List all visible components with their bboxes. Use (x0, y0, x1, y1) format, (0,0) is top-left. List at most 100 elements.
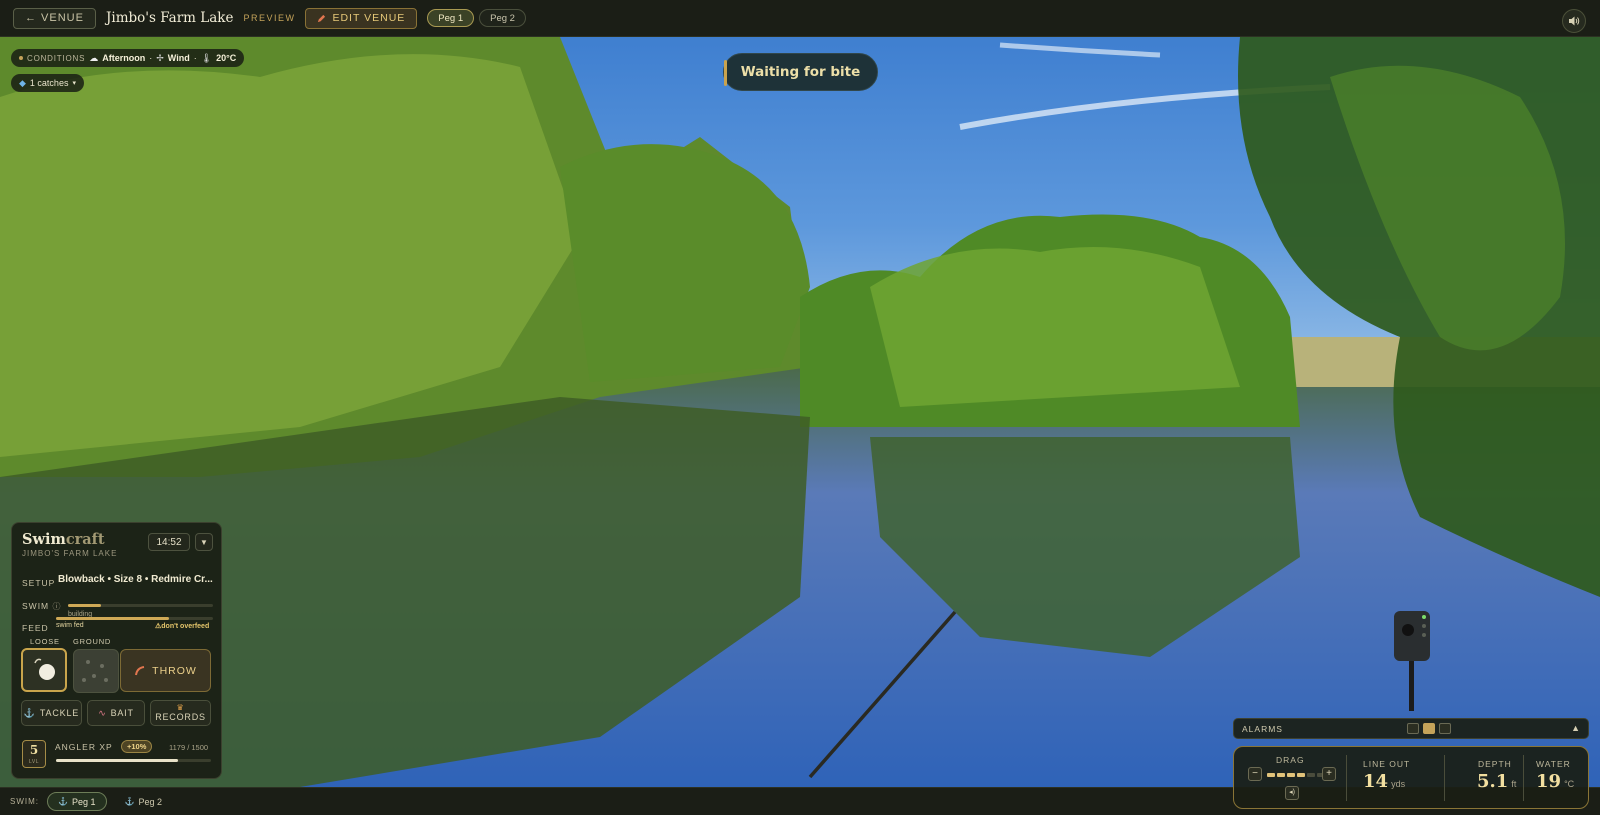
top-peg-1-tab[interactable]: Peg 1 (427, 9, 475, 27)
conditions-label: CONDITIONS (27, 53, 86, 63)
worm-icon: ∿ (98, 707, 107, 718)
feed-warning: ⚠don't overfeed (155, 622, 209, 630)
depth-label: DEPTH (1478, 759, 1512, 769)
angler-xp-label: ANGLER XP (55, 742, 113, 752)
edit-venue-label: EDIT VENUE (332, 12, 406, 24)
drag-decrease-button[interactable]: − (1248, 767, 1262, 781)
edit-venue-button[interactable]: EDIT VENUE (305, 7, 418, 29)
xp-bonus-badge: +10% (121, 740, 153, 753)
alarms-expand-icon[interactable]: ▲ (1571, 723, 1580, 733)
line-out-unit: yds (1391, 779, 1406, 789)
hud-divider-2 (1444, 755, 1445, 801)
alarm-mode-left-icon[interactable] (1407, 723, 1419, 734)
hook-icon: ⚓ (124, 797, 135, 806)
bottom-peg-2-label: Peg 2 (138, 796, 162, 807)
xp-value: 1179 / 1500 (169, 743, 209, 752)
swim-label: SWIM (22, 601, 50, 611)
alarm-mode-center-icon[interactable] (1423, 723, 1435, 734)
xp-progress-fill (56, 759, 178, 762)
conditions-temp: 20°C (216, 53, 237, 63)
info-icon[interactable]: ⓘ (53, 602, 62, 611)
bottom-peg-2-tab[interactable]: ⚓ Peg 2 (115, 792, 173, 811)
drag-segment (1287, 773, 1295, 777)
boilie-icon (34, 658, 55, 680)
water-value: 19 (1536, 771, 1562, 792)
drag-label: DRAG (1276, 755, 1305, 765)
level-badge: 5 LVL (22, 740, 46, 768)
feed-progress-fill (56, 617, 170, 620)
tackle-label: TACKLE (39, 708, 80, 718)
drag-increase-button[interactable]: + (1322, 767, 1336, 781)
records-button[interactable]: ♛ RECORDS (150, 700, 211, 726)
feed-progress-bar (56, 617, 213, 620)
swim-progress-bar (68, 604, 213, 607)
groundbait-tile[interactable] (73, 649, 119, 693)
swim-label-row: SWIM ⓘ (22, 601, 62, 612)
groundbait-icon (82, 660, 108, 682)
setup-label: SETUP (22, 578, 56, 588)
drag-segment (1277, 773, 1285, 777)
loose-feed-tile[interactable] (21, 648, 67, 692)
drag-segment (1297, 773, 1305, 777)
alarm-mode-right-icon[interactable] (1439, 723, 1451, 734)
lake-illustration (0, 37, 1600, 787)
feed-label: FEED (22, 623, 49, 633)
throw-icon (135, 665, 145, 675)
tackle-button[interactable]: ⚓ TACKLE (21, 700, 82, 726)
top-peg-1-label: Peg 1 (438, 12, 464, 24)
throw-label: THROW (152, 664, 197, 677)
panel-collapse-button[interactable]: ▼ (195, 533, 213, 551)
line-out-value: 14 (1363, 771, 1389, 792)
status-text: Waiting for bite (740, 64, 861, 80)
bait-button[interactable]: ∿ BAIT (87, 700, 145, 726)
swimcraft-panel: Swimcraft JIMBO'S FARM LAKE 14:52 ▼ SETU… (11, 522, 222, 779)
bottom-peg-1-label: Peg 1 (71, 796, 96, 807)
sound-toggle-button[interactable] (1562, 9, 1586, 33)
depth-unit: ft (1511, 779, 1517, 789)
conditions-chip[interactable]: CONDITIONS ☁ Afternoon · ✢ Wind · 🌡 20°C (11, 49, 245, 67)
catches-chip[interactable]: ◆ 1 catches ▾ (11, 74, 84, 92)
speaker-icon (1569, 16, 1580, 26)
water-readout: 19 °C (1536, 771, 1574, 792)
back-to-venue-button[interactable]: ← VENUE (13, 7, 96, 29)
drag-segment (1267, 773, 1275, 777)
conditions-sep-1: · (149, 53, 153, 63)
top-bar: ← VENUE Jimbo's Farm Lake PREVIEW EDIT V… (0, 0, 1600, 37)
brand-accent: craft (65, 531, 105, 548)
speaker-icon: ◂) (1289, 789, 1295, 796)
alarms-label: ALARMS (1242, 724, 1283, 734)
chevron-down-icon: ▾ (72, 80, 76, 87)
top-peg-2-tab[interactable]: Peg 2 (479, 9, 526, 27)
thermometer-icon: 🌡 (200, 52, 213, 63)
drag-sound-button[interactable]: ◂) (1285, 786, 1299, 800)
throw-button[interactable]: THROW (120, 649, 211, 692)
alarms-bar[interactable]: ALARMS ▲ (1233, 718, 1589, 739)
cloud-icon: ☁ (89, 52, 99, 63)
setup-value[interactable]: Blowback • Size 8 • Redmire Cr... (58, 574, 213, 585)
level-caption: LVL (28, 759, 40, 765)
top-peg-2-label: Peg 2 (490, 12, 515, 24)
back-to-venue-label: ← VENUE (25, 12, 84, 24)
catches-count: 1 catches (29, 78, 69, 88)
xp-progress-bar (56, 759, 211, 762)
conditions-time: Afternoon (102, 53, 146, 63)
records-label: RECORDS (155, 712, 206, 722)
reel-hud: DRAG − + ◂) LINE OUT 14 yds DEPTH 5.1 ft W… (1233, 746, 1589, 809)
trophy-icon: ♛ (176, 703, 185, 712)
lake-scene[interactable] (0, 37, 1600, 787)
hud-divider-3 (1523, 755, 1524, 801)
loose-feed-tab[interactable]: LOOSE (30, 637, 60, 646)
hook-icon: ⚓ (23, 707, 36, 718)
bottom-peg-1-tab[interactable]: ⚓ Peg 1 (47, 792, 107, 811)
level-number: 5 (29, 743, 39, 757)
hook-icon: ⚓ (58, 797, 68, 806)
wind-icon: ✢ (156, 52, 164, 63)
pencil-icon (318, 14, 326, 22)
feed-status: swim fed (56, 622, 84, 629)
conditions-dot (19, 56, 23, 60)
conditions-sep-2: · (193, 53, 197, 63)
ground-feed-tab[interactable]: GROUND (73, 637, 111, 646)
venue-title: Jimbo's Farm Lake (105, 10, 234, 26)
feed-warning-text: don't overfeed (161, 623, 210, 630)
status-toast: Waiting for bite (723, 53, 878, 91)
